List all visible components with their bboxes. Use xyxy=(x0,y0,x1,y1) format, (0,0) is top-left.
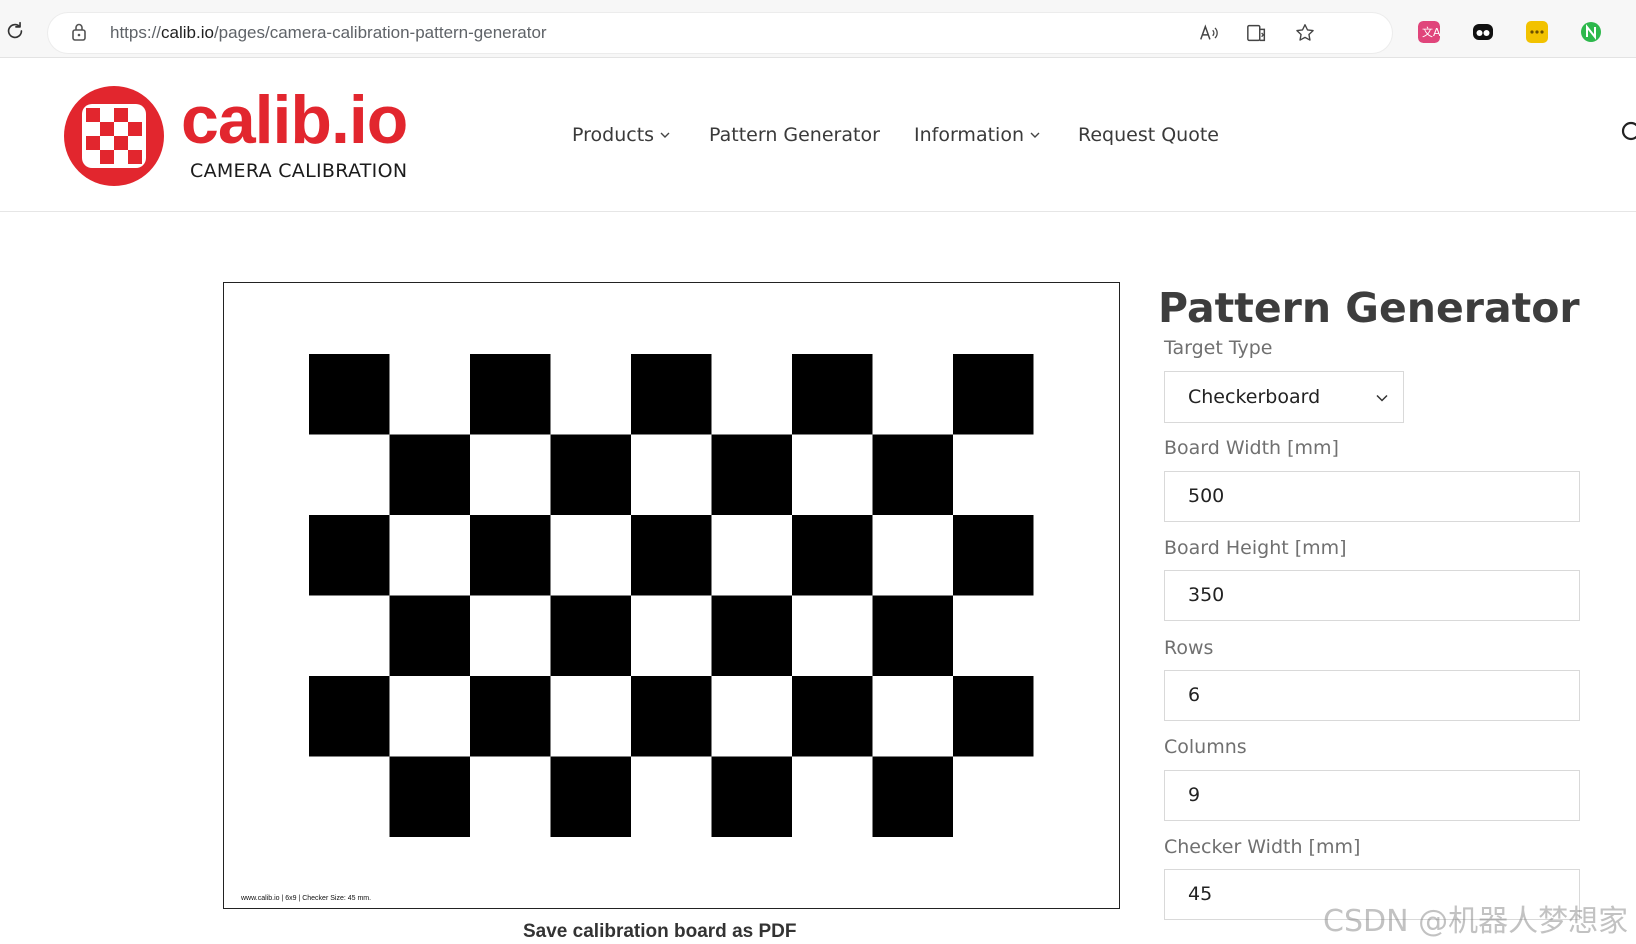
checker-square xyxy=(309,676,390,757)
checker-square xyxy=(953,515,1034,596)
logo-checker-icon[interactable] xyxy=(62,84,166,188)
chevron-down-icon xyxy=(1030,132,1040,138)
checker-square xyxy=(389,595,470,676)
checker-square xyxy=(309,354,390,435)
checker-square xyxy=(711,756,792,837)
n-extension-icon[interactable] xyxy=(1580,21,1602,43)
checker-square xyxy=(872,434,953,515)
translate-extension-icon[interactable]: 文A xyxy=(1418,21,1440,43)
nav-information-label: Information xyxy=(914,124,1024,146)
checker-square xyxy=(872,756,953,837)
checker-square xyxy=(792,676,873,757)
checker-square xyxy=(953,676,1034,757)
page-title: Pattern Generator xyxy=(1158,284,1580,332)
checker-square xyxy=(631,515,712,596)
board-height-input[interactable]: 350 xyxy=(1164,570,1580,621)
checker-square xyxy=(792,354,873,435)
read-aloud-icon[interactable] xyxy=(1198,22,1220,44)
favorite-star-icon[interactable] xyxy=(1294,22,1316,44)
logo-tagline: CAMERA CALIBRATION xyxy=(190,160,408,182)
nav-request-quote-label: Request Quote xyxy=(1078,124,1219,146)
ghostery-extension-icon[interactable] xyxy=(1472,21,1494,43)
csdn-watermark: CSDN @机器人梦想家 xyxy=(1323,904,1629,939)
board-width-label: Board Width [mm] xyxy=(1164,437,1339,459)
rows-input[interactable]: 6 xyxy=(1164,670,1580,721)
columns-label: Columns xyxy=(1164,736,1247,758)
nav-products-label: Products xyxy=(572,124,655,146)
board-width-input[interactable]: 500 xyxy=(1164,471,1580,522)
rows-label: Rows xyxy=(1164,637,1214,659)
url-text[interactable]: https://calib.io/pages/camera-calibratio… xyxy=(110,23,547,43)
search-icon[interactable] xyxy=(1620,120,1636,146)
checker-square xyxy=(389,434,470,515)
target-type-value: Checkerboard xyxy=(1188,386,1321,408)
checker-square xyxy=(872,595,953,676)
nav-pattern-generator-label: Pattern Generator xyxy=(709,124,880,146)
checker-square xyxy=(711,434,792,515)
checker-square xyxy=(711,595,792,676)
checker-width-label: Checker Width [mm] xyxy=(1164,836,1361,858)
reload-icon[interactable] xyxy=(4,20,26,42)
checkerboard-pattern xyxy=(309,354,1034,837)
checker-square xyxy=(792,515,873,596)
checker-square xyxy=(953,354,1034,435)
pattern-footer-note: www.calib.io | 6x9 | Checker Size: 45 mm… xyxy=(241,895,372,902)
notes-extension-icon[interactable] xyxy=(1526,21,1548,43)
checker-square xyxy=(550,756,631,837)
target-type-label: Target Type xyxy=(1164,337,1273,359)
pattern-preview: www.calib.io | 6x9 | Checker Size: 45 mm… xyxy=(223,282,1120,909)
logo-wordmark[interactable]: calib.io xyxy=(181,86,408,154)
lock-icon[interactable] xyxy=(70,22,88,42)
checker-square xyxy=(631,676,712,757)
checker-square xyxy=(470,676,551,757)
checker-square xyxy=(389,756,470,837)
url-path: /pages/camera-calibration-pattern-genera… xyxy=(213,23,547,42)
save-pdf-link[interactable]: Save calibration board as PDF xyxy=(523,921,796,943)
chevron-down-icon xyxy=(1376,394,1388,402)
nav-products[interactable]: Products xyxy=(572,124,670,146)
target-type-select[interactable]: Checkerboard xyxy=(1164,371,1404,423)
chevron-down-icon xyxy=(660,132,670,138)
checker-square xyxy=(309,515,390,596)
url-prefix: https:// xyxy=(110,23,162,42)
checker-square xyxy=(550,595,631,676)
checker-square xyxy=(631,354,712,435)
immersive-reader-icon[interactable] xyxy=(1246,22,1268,44)
address-bar[interactable]: https://calib.io/pages/camera-calibratio… xyxy=(48,13,1392,53)
columns-input[interactable]: 9 xyxy=(1164,770,1580,821)
url-host: calib.io xyxy=(161,23,214,42)
checker-square xyxy=(470,354,551,435)
nav-request-quote[interactable]: Request Quote xyxy=(1078,124,1219,146)
browser-toolbar: https://calib.io/pages/camera-calibratio… xyxy=(0,0,1636,58)
board-height-label: Board Height [mm] xyxy=(1164,537,1347,559)
svg-text:文A: 文A xyxy=(1422,25,1440,39)
site-header: calib.io CAMERA CALIBRATION Products Pat… xyxy=(0,58,1636,212)
checker-square xyxy=(550,434,631,515)
checker-square xyxy=(470,515,551,596)
nav-pattern-generator[interactable]: Pattern Generator xyxy=(709,124,880,146)
nav-information[interactable]: Information xyxy=(914,124,1040,146)
